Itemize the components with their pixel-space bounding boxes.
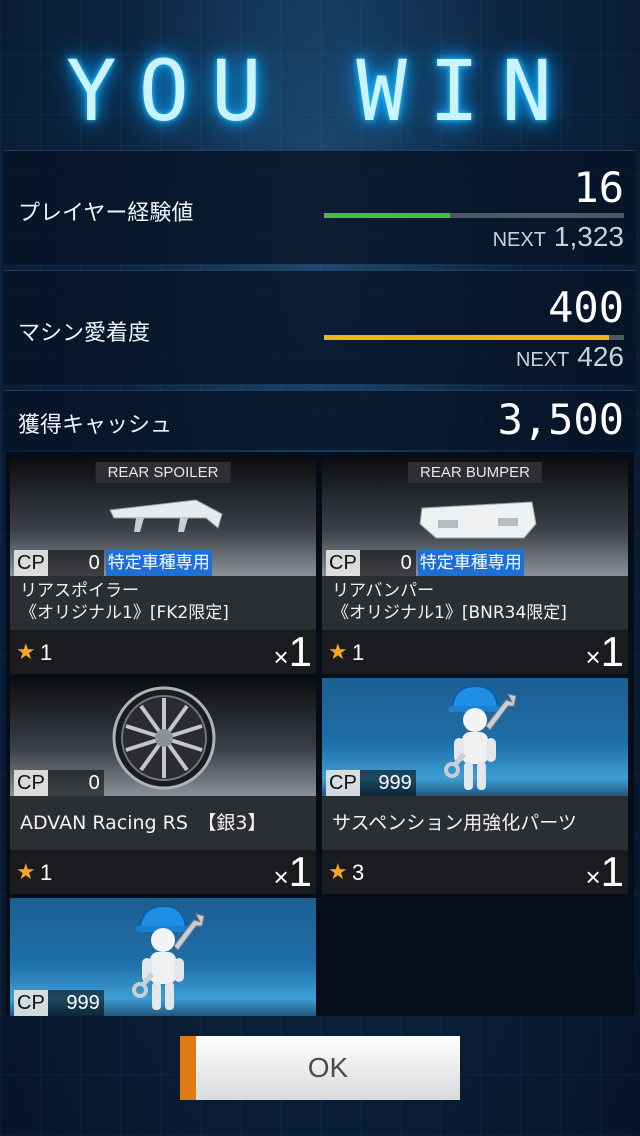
- item-quantity: ×1: [273, 848, 312, 896]
- item-image: REAR BUMPER CP 0 特定車種専用: [322, 458, 628, 576]
- cp-label: CP: [14, 770, 48, 796]
- category-tag: REAR BUMPER: [407, 462, 543, 483]
- exp-next: NEXT 1,323: [493, 221, 624, 253]
- affinity-bar-fill: [324, 335, 609, 340]
- cp-display: CP 999: [14, 990, 104, 1016]
- item-image: CP 999: [10, 898, 316, 1016]
- cp-value: 999: [47, 990, 104, 1016]
- qty-value: 1: [288, 628, 312, 675]
- star-icon: ★: [328, 640, 348, 665]
- cp-value: 0: [47, 770, 104, 796]
- item-footer: ★ 1 ×1: [10, 628, 316, 676]
- star-count: 1: [352, 640, 365, 665]
- item-footer: ★ 1 ×1: [10, 848, 316, 896]
- affinity-next-label: NEXT: [515, 349, 570, 371]
- cp-value: 0: [359, 550, 416, 576]
- exp-next-value: 1,323: [553, 221, 624, 252]
- cash-row: 獲得キャッシュ 3,500: [4, 390, 636, 450]
- star-count: 1: [40, 640, 53, 665]
- cash-value: 3,500: [497, 395, 624, 444]
- item-name-line1: リアバンパー: [332, 581, 435, 601]
- star-icon: ★: [328, 860, 348, 885]
- cp-display: CP 999: [326, 770, 416, 796]
- rear-bumper-icon: [419, 501, 537, 539]
- star-count: 3: [352, 860, 365, 885]
- item-image: REAR SPOILER CP 0 特定車種専用: [10, 458, 316, 576]
- qty-value: 1: [600, 848, 624, 895]
- rear-spoiler-icon: [109, 499, 223, 532]
- special-badge: 特定車種専用: [105, 550, 212, 576]
- affinity-next-value: 426: [577, 341, 624, 372]
- item-quantity: ×1: [585, 848, 624, 896]
- exp-value: 16: [573, 163, 624, 212]
- cp-label: CP: [14, 990, 48, 1016]
- item-name: リアバンパー 《オリジナル1》[BNR34限定]: [322, 576, 628, 630]
- wheel-icon: [112, 686, 216, 790]
- exp-row: プレイヤー経験値 16 NEXT 1,323: [4, 150, 636, 264]
- item-footer: ★ 3 ×1: [322, 848, 628, 896]
- item-name: サスペンション用強化パーツ: [322, 796, 628, 850]
- exp-bar-fill: [324, 213, 450, 218]
- qty-value: 1: [288, 848, 312, 895]
- cash-label: 獲得キャッシュ: [18, 413, 173, 438]
- reward-card-rear-spoiler[interactable]: REAR SPOILER CP 0 特定車種専用 リアスポイラー 《オリジナル1…: [10, 458, 316, 676]
- item-quantity: ×1: [585, 628, 624, 676]
- item-name: ADVAN Racing RS 【銀3】: [10, 796, 316, 850]
- item-image: CP 999: [322, 678, 628, 796]
- cp-label: CP: [326, 550, 360, 576]
- item-footer: ★ 1 ×1: [322, 628, 628, 676]
- cp-label: CP: [14, 550, 48, 576]
- qty-prefix: ×: [273, 642, 289, 672]
- cp-value: 0: [47, 550, 104, 576]
- item-name-line2: 《オリジナル1》[FK2限定]: [20, 603, 229, 623]
- exp-bar: [324, 213, 624, 218]
- reward-grid[interactable]: REAR SPOILER CP 0 特定車種専用 リアスポイラー 《オリジナル1…: [6, 452, 634, 1016]
- cp-display: CP 0: [14, 770, 104, 796]
- item-image: CP 0: [10, 678, 316, 796]
- item-name: リアスポイラー 《オリジナル1》[FK2限定]: [10, 576, 316, 630]
- ok-button[interactable]: OK: [180, 1036, 460, 1100]
- reward-card-wheel[interactable]: CP 0 ADVAN Racing RS 【銀3】 ★ 1 ×1: [10, 678, 316, 896]
- mechanic-icon: [444, 684, 517, 790]
- cp-display: CP 0 特定車種専用: [14, 550, 212, 576]
- item-quantity: ×1: [273, 628, 312, 676]
- mechanic-icon: [132, 904, 205, 1010]
- cp-label: CP: [326, 770, 360, 796]
- special-badge: 特定車種専用: [417, 550, 524, 576]
- exp-next-label: NEXT: [492, 229, 546, 251]
- reward-card-suspension-parts[interactable]: CP 999 サスペンション用強化パーツ ★ 3 ×1: [322, 678, 628, 896]
- cp-display: CP 0 特定車種専用: [326, 550, 524, 576]
- qty-prefix: ×: [585, 642, 601, 672]
- affinity-row: マシン愛着度 400 NEXT 426: [4, 270, 636, 384]
- qty-prefix: ×: [273, 862, 289, 892]
- reward-card-rear-bumper[interactable]: REAR BUMPER CP 0 特定車種専用 リアバンパー 《オリジナル1》[…: [322, 458, 628, 676]
- win-title: YOU WIN: [65, 42, 574, 140]
- star-count: 1: [40, 860, 53, 885]
- category-tag: REAR SPOILER: [95, 462, 231, 483]
- cp-value: 999: [359, 770, 416, 796]
- qty-value: 1: [600, 628, 624, 675]
- exp-label: プレイヤー経験値: [18, 201, 194, 226]
- affinity-next: NEXT 426: [516, 341, 624, 373]
- affinity-value: 400: [548, 283, 624, 332]
- star-icon: ★: [16, 860, 36, 885]
- star-icon: ★: [16, 640, 36, 665]
- qty-prefix: ×: [585, 862, 601, 892]
- item-name-line1: リアスポイラー: [20, 581, 139, 601]
- affinity-label: マシン愛着度: [18, 321, 151, 346]
- item-name-line2: 《オリジナル1》[BNR34限定]: [332, 603, 567, 623]
- reward-card-mechanic-partial[interactable]: CP 999: [10, 898, 316, 1016]
- affinity-bar: [324, 335, 624, 340]
